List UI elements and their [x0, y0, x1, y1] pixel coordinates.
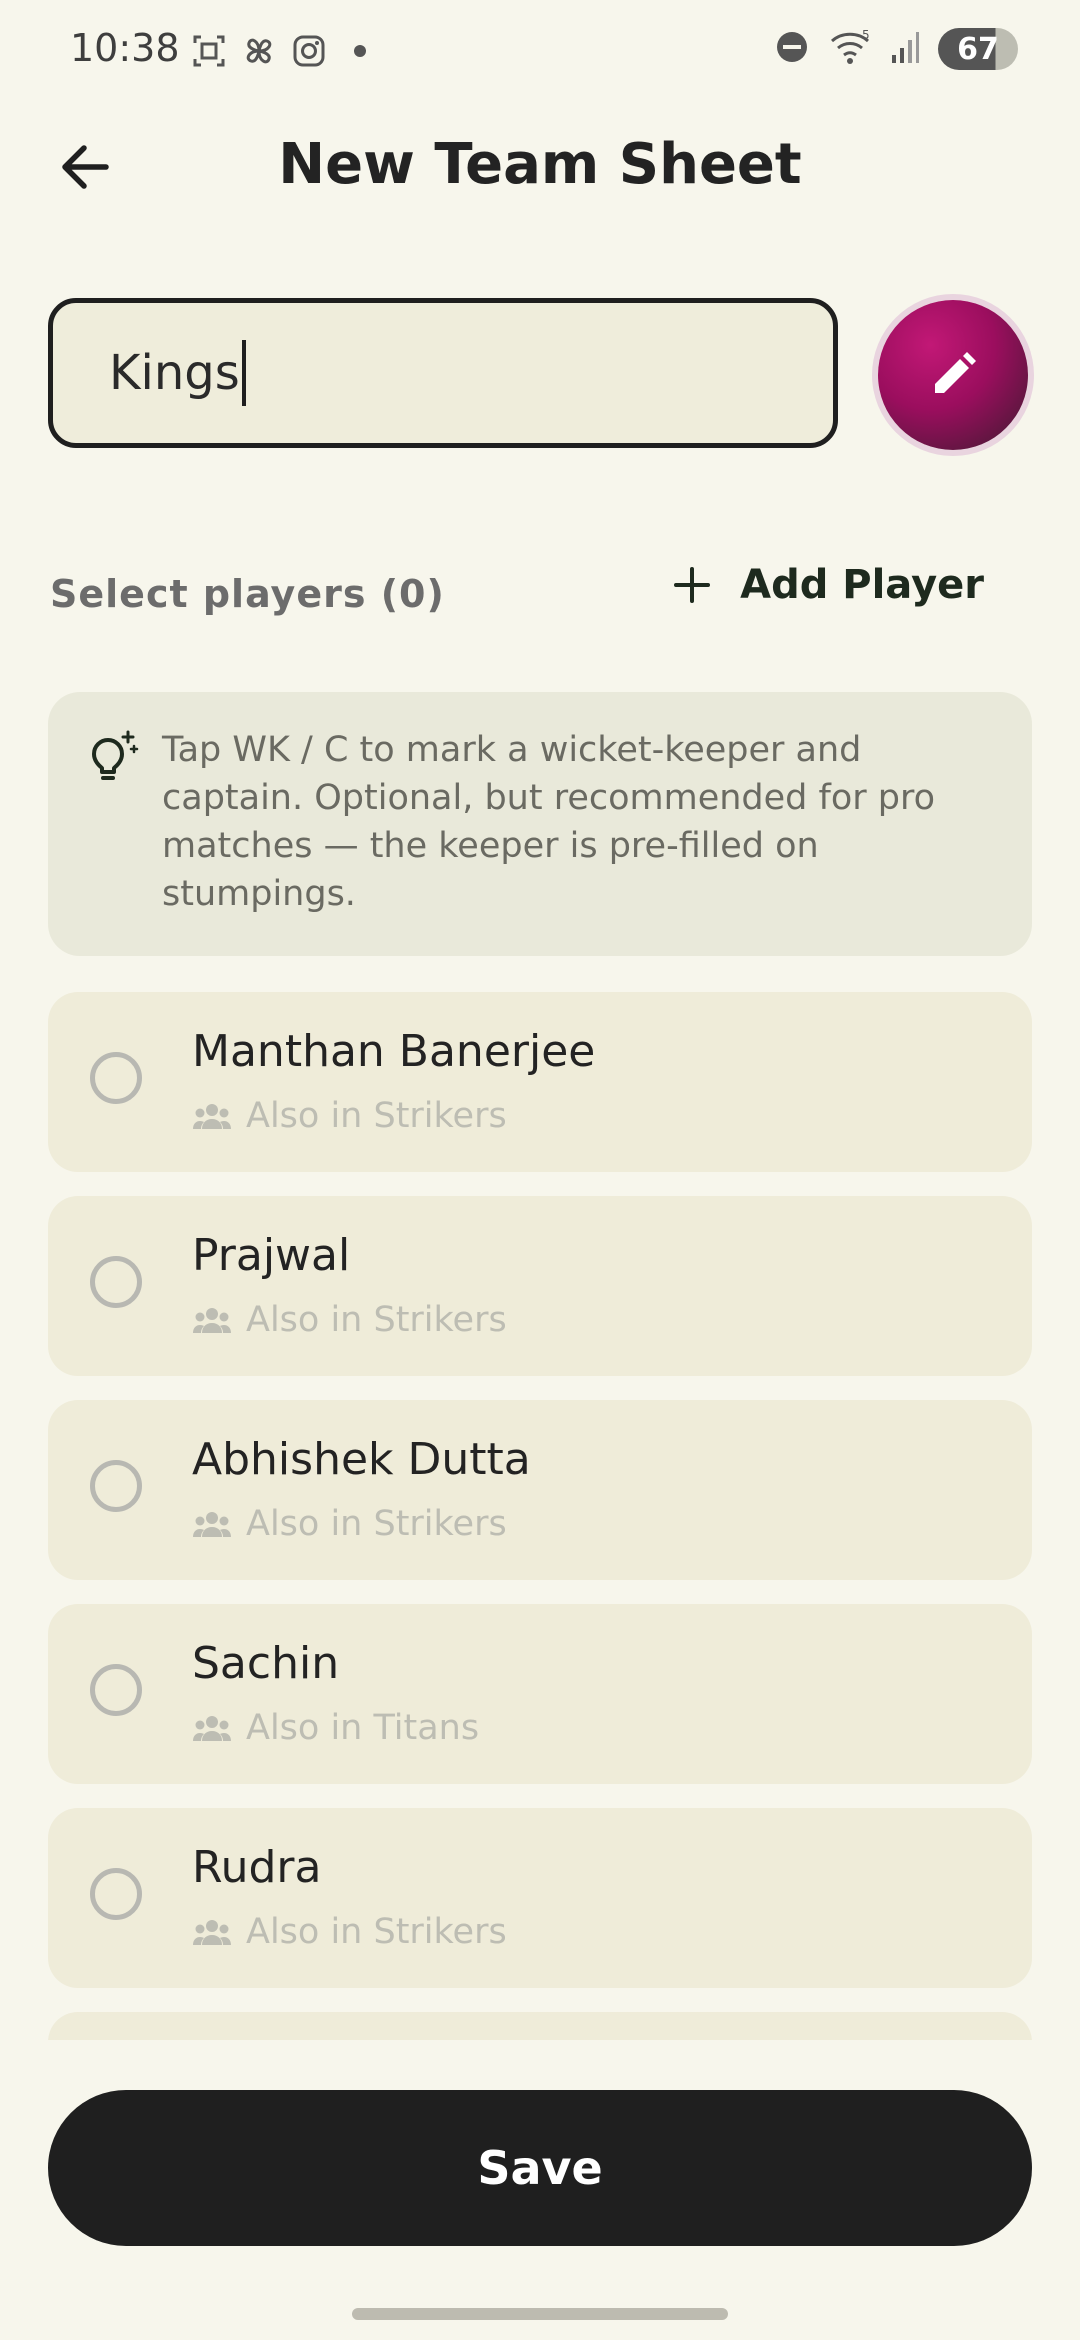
player-select-radio[interactable]: [90, 1052, 142, 1104]
player-team-note: Also in Strikers: [192, 1300, 507, 1340]
battery-icon: 67: [938, 28, 1018, 70]
group-icon: [193, 1512, 231, 1537]
player-name: Rudra: [192, 1842, 322, 1893]
screen: 10:38 5 67 New Team Sheet Kings Select p…: [0, 0, 1080, 2340]
player-team-note: Also in Strikers: [192, 1096, 507, 1136]
signal-icon: [890, 29, 920, 69]
player-card[interactable]: Abhishek Dutta Also in Strikers: [48, 1400, 1032, 1580]
instagram-icon: [290, 32, 328, 70]
pencil-icon: [935, 352, 976, 393]
player-select-radio[interactable]: [90, 1868, 142, 1920]
status-time: 10:38: [70, 26, 180, 70]
page-title: New Team Sheet: [278, 132, 802, 197]
player-name: Prajwal: [192, 1230, 351, 1281]
player-select-radio[interactable]: [90, 1664, 142, 1716]
svg-text:5: 5: [862, 29, 870, 42]
group-icon: [193, 1920, 231, 1945]
tip-box: Tap WK / C to mark a wicket-keeper and c…: [48, 692, 1032, 956]
player-select-radio[interactable]: [90, 1256, 142, 1308]
status-bar: 10:38 5 67: [0, 0, 1080, 100]
select-players-label: Select players (0): [50, 572, 445, 616]
tip-text: Tap WK / C to mark a wicket-keeper and c…: [162, 730, 936, 914]
player-card-partial[interactable]: [48, 2012, 1032, 2040]
player-name: Abhishek Dutta: [192, 1434, 531, 1485]
header: New Team Sheet: [0, 110, 1080, 220]
text-caret: [241, 340, 246, 406]
status-icons-right: 5 67: [774, 28, 1018, 70]
team-name-input[interactable]: Kings: [48, 298, 838, 448]
group-icon: [193, 1716, 231, 1741]
status-icons-left: [190, 32, 366, 70]
player-sub-text: Also in Titans: [246, 1708, 480, 1748]
add-player-label: Add Player: [740, 562, 984, 608]
player-card[interactable]: Prajwal Also in Strikers: [48, 1196, 1032, 1376]
group-icon: [193, 1104, 231, 1129]
wifi-icon: 5: [828, 28, 872, 69]
save-button[interactable]: Save: [48, 2090, 1032, 2246]
notification-dot: [354, 45, 366, 57]
add-player-button[interactable]: Add Player: [672, 562, 984, 608]
player-sub-text: Also in Strikers: [246, 1096, 507, 1136]
home-indicator[interactable]: [352, 2308, 728, 2320]
player-sub-text: Also in Strikers: [246, 1912, 507, 1952]
player-card[interactable]: Rudra Also in Strikers: [48, 1808, 1032, 1988]
group-icon: [193, 1308, 231, 1333]
player-sub-text: Also in Strikers: [246, 1504, 507, 1544]
player-list: Manthan Banerjee Also in Strikers Prajwa…: [48, 992, 1032, 2040]
screenshot-icon: [190, 32, 228, 70]
player-card[interactable]: Sachin Also in Titans: [48, 1604, 1032, 1784]
player-team-note: Also in Strikers: [192, 1504, 507, 1544]
team-name-value: Kings: [109, 345, 240, 401]
player-name: Sachin: [192, 1638, 340, 1689]
player-card[interactable]: Manthan Banerjee Also in Strikers: [48, 992, 1032, 1172]
player-name: Manthan Banerjee: [192, 1026, 596, 1077]
player-team-note: Also in Titans: [192, 1708, 479, 1748]
dnd-icon: [774, 29, 810, 69]
player-team-note: Also in Strikers: [192, 1912, 507, 1952]
pinwheel-icon: [240, 32, 278, 70]
lightbulb-sparkle-icon: [82, 728, 142, 792]
plus-icon: [674, 567, 711, 603]
player-sub-text: Also in Strikers: [246, 1300, 507, 1340]
player-select-radio[interactable]: [90, 1460, 142, 1512]
edit-team-button[interactable]: [878, 300, 1028, 450]
